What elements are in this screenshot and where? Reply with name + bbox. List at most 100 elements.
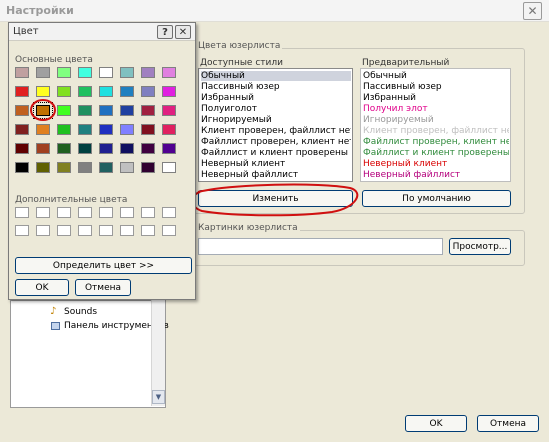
preview-item: Неверный клиент (363, 159, 448, 169)
define-color-button[interactable]: Определить цвет >> (15, 257, 192, 274)
ok-button[interactable]: OK (405, 415, 467, 432)
color-swatch[interactable] (162, 67, 176, 78)
color-swatch[interactable] (141, 105, 155, 116)
color-swatch[interactable] (78, 143, 92, 154)
custom-color-swatch[interactable] (15, 225, 29, 236)
color-swatch[interactable] (36, 143, 50, 154)
color-swatch[interactable] (162, 124, 176, 135)
available-style-item[interactable]: Обычный (201, 71, 351, 81)
color-swatch[interactable] (141, 124, 155, 135)
color-swatch[interactable] (99, 105, 113, 116)
color-swatch[interactable] (162, 162, 176, 173)
custom-color-swatch[interactable] (141, 225, 155, 236)
cancel-button[interactable]: Отмена (477, 415, 539, 432)
available-styles-list[interactable]: Обычный Пассивный юзер Избранный Полуиголот… (198, 68, 353, 182)
color-swatch[interactable] (36, 86, 50, 97)
color-swatch[interactable] (120, 124, 134, 135)
custom-color-swatch[interactable] (78, 225, 92, 236)
custom-color-swatch[interactable] (120, 225, 134, 236)
color-swatch[interactable] (162, 143, 176, 154)
color-swatch[interactable] (57, 105, 71, 116)
color-swatch[interactable] (15, 124, 29, 135)
custom-color-swatch[interactable] (15, 207, 29, 218)
available-style-item[interactable]: Пассивный юзер (201, 82, 351, 92)
custom-color-swatch[interactable] (57, 207, 71, 218)
color-swatch[interactable] (162, 105, 176, 116)
custom-color-swatch[interactable] (78, 207, 92, 218)
red-highlight-annotation (191, 183, 359, 217)
color-swatch[interactable] (15, 162, 29, 173)
color-swatch[interactable] (141, 143, 155, 154)
basic-colors-grid[interactable] (15, 67, 185, 179)
color-swatch[interactable] (78, 86, 92, 97)
available-style-item[interactable]: Клиент проверен, файллист нет (201, 126, 351, 136)
color-swatch[interactable] (120, 86, 134, 97)
custom-color-swatch[interactable] (57, 225, 71, 236)
tree-scrollbar[interactable]: ▼ (151, 300, 165, 406)
color-swatch[interactable] (120, 105, 134, 116)
color-swatch[interactable] (78, 67, 92, 78)
color-swatch[interactable] (141, 86, 155, 97)
available-style-item[interactable]: Неверный файллист (201, 170, 351, 180)
available-style-item[interactable]: Игнорируемый (201, 115, 351, 125)
color-swatch[interactable] (99, 143, 113, 154)
available-style-item[interactable]: Избранный (201, 93, 351, 103)
color-swatch[interactable] (78, 105, 92, 116)
color-swatch[interactable] (57, 162, 71, 173)
image-path-input[interactable] (198, 238, 443, 255)
available-style-item[interactable]: Полуиголот (201, 104, 351, 114)
color-swatch[interactable] (78, 162, 92, 173)
color-dialog-title: Цвет (13, 26, 39, 37)
color-swatch[interactable] (120, 162, 134, 173)
color-swatch[interactable] (57, 67, 71, 78)
custom-color-swatch[interactable] (120, 207, 134, 218)
color-swatch[interactable] (78, 124, 92, 135)
color-swatch[interactable] (162, 86, 176, 97)
available-styles-label: Доступные стили (200, 58, 283, 68)
scroll-down-button[interactable]: ▼ (152, 390, 165, 404)
custom-color-swatch[interactable] (36, 225, 50, 236)
preview-item: Файллист и клиент проверены (363, 148, 509, 158)
color-swatch[interactable] (120, 67, 134, 78)
color-swatch[interactable] (36, 124, 50, 135)
help-button[interactable]: ? (157, 25, 173, 39)
custom-color-swatch[interactable] (99, 207, 113, 218)
color-swatch[interactable] (36, 162, 50, 173)
color-swatch[interactable] (141, 67, 155, 78)
color-swatch[interactable] (36, 67, 50, 78)
custom-color-swatch[interactable] (141, 207, 155, 218)
preview-item: Обычный (363, 71, 407, 81)
custom-color-swatch[interactable] (36, 207, 50, 218)
color-cancel-button[interactable]: Отмена (75, 279, 131, 296)
color-swatch[interactable] (15, 105, 29, 116)
color-swatch[interactable] (120, 143, 134, 154)
preview-item: Получил элот (363, 104, 428, 114)
color-swatch[interactable] (15, 86, 29, 97)
custom-color-swatch[interactable] (162, 207, 176, 218)
color-swatch[interactable] (57, 86, 71, 97)
dialog-close-button[interactable]: ✕ (175, 25, 191, 39)
color-swatch[interactable] (15, 143, 29, 154)
color-swatch[interactable] (141, 162, 155, 173)
color-swatch[interactable] (99, 86, 113, 97)
available-style-item[interactable]: Файллист и клиент проверены (201, 148, 351, 158)
available-style-item[interactable]: Неверный клиент (201, 159, 351, 169)
window-close-button[interactable]: ✕ (523, 2, 542, 20)
color-ok-button[interactable]: OK (15, 279, 69, 296)
default-button[interactable]: По умолчанию (362, 190, 511, 207)
browse-button[interactable]: Просмотр... (449, 238, 511, 255)
custom-color-swatch[interactable] (99, 225, 113, 236)
color-dialog: Цвет ? ✕ Основные цвета Дополнительные ц… (8, 22, 196, 300)
color-swatch[interactable] (99, 124, 113, 135)
close-icon: ✕ (527, 4, 538, 18)
available-style-item[interactable]: Файллист проверен, клиент нет (201, 137, 351, 147)
color-swatch[interactable] (15, 67, 29, 78)
settings-window: Настройки ✕ Цвета юзерлиста Доступные ст… (0, 0, 549, 442)
color-swatch[interactable] (99, 162, 113, 173)
sounds-label: Sounds (64, 307, 98, 317)
custom-color-swatch[interactable] (162, 225, 176, 236)
color-swatch[interactable] (57, 124, 71, 135)
custom-colors-grid[interactable] (15, 207, 185, 243)
color-swatch[interactable] (57, 143, 71, 154)
color-swatch[interactable] (99, 67, 113, 78)
